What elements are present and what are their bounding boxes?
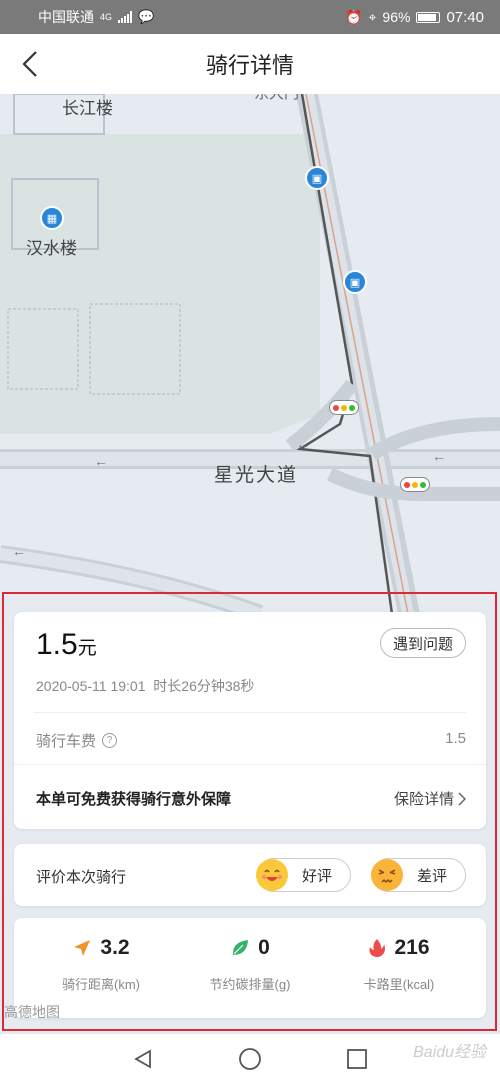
insurance-details-label: 保险详情 xyxy=(393,791,454,808)
signal-icon xyxy=(118,11,133,23)
ride-summary-card: 1.5元 遇到问题 2020-05-11 19:01 时长26分钟38秒 骑行车… xyxy=(14,612,486,829)
divider xyxy=(34,712,466,713)
divider xyxy=(14,764,486,765)
good-review-button[interactable]: 好评 xyxy=(256,858,351,892)
map-label-changjiang: 长江楼 xyxy=(62,99,113,118)
bus-stop-icon[interactable]: ▣ xyxy=(343,270,367,294)
price-amount: 1.5 xyxy=(36,628,78,661)
stat-distance-value: 3.2 xyxy=(100,936,130,959)
stat-carbon-label: 节约碳排量(g) xyxy=(209,977,291,992)
chevron-right-icon xyxy=(458,791,466,806)
svg-text:←: ← xyxy=(94,453,108,469)
stat-carbon-value: 0 xyxy=(258,936,270,959)
rating-card: 评价本次骑行 好评 差评 xyxy=(14,844,486,906)
insurance-details-link[interactable]: 保险详情 xyxy=(394,788,466,809)
stat-distance-label: 骑行距离(km) xyxy=(62,977,140,992)
carrier-label: 中国联通 xyxy=(38,9,94,25)
network-type: 4G xyxy=(100,12,113,22)
stat-carbon: 0 节约碳排量(g) xyxy=(175,936,325,993)
stat-calories-label: 卡路里(kcal) xyxy=(363,977,435,992)
stat-calories: 216 卡路里(kcal) xyxy=(324,936,474,993)
help-icon[interactable]: ? xyxy=(102,733,118,748)
home-circle-icon[interactable] xyxy=(238,1047,262,1071)
map-logo-label: 高德地图 xyxy=(4,1004,60,1020)
map-label-gate: 东大门 xyxy=(254,94,299,103)
recents-square-icon[interactable] xyxy=(346,1048,368,1070)
page-title: 骑行详情 xyxy=(205,53,294,78)
flame-icon xyxy=(369,939,386,957)
map-logo: 高德地图 xyxy=(4,1002,60,1022)
navigation-arrow-icon xyxy=(74,940,91,956)
battery-icon xyxy=(416,11,441,23)
stat-distance: 3.2 骑行距离(km) xyxy=(26,936,176,993)
insurance-text: 本单可免费获得骑行意外保障 xyxy=(36,791,232,808)
report-problem-button[interactable]: 遇到问题 xyxy=(379,628,466,658)
map-label-hanshui: 汉水楼 xyxy=(26,239,77,258)
traffic-light-icon xyxy=(329,400,359,415)
back-triangle-icon[interactable] xyxy=(132,1048,154,1070)
chevron-left-icon xyxy=(22,51,37,77)
fee-label: 骑行车费 xyxy=(36,733,97,750)
ride-datetime: 2020-05-11 19:01 xyxy=(36,678,146,694)
svg-text:←: ← xyxy=(432,448,446,464)
happy-face-icon xyxy=(256,859,288,891)
alarm-icon: ⏰ xyxy=(345,8,363,25)
price-unit: 元 xyxy=(77,638,97,659)
svg-text:←: ← xyxy=(296,436,310,452)
building-poi-icon[interactable]: ▦ xyxy=(40,206,64,230)
ride-stats-card: 3.2 骑行距离(km) 0 节约碳排量(g) 216 卡路里(kcal) xyxy=(14,918,486,1018)
bad-review-button[interactable]: 差评 xyxy=(371,858,466,892)
status-bar: 中国联通 4G 💬 ⏰ ⌖ 96% 07:40 xyxy=(0,0,500,34)
fee-row: 骑行车费 ? xyxy=(36,730,118,751)
map-label-road: 星光大道 xyxy=(214,465,299,486)
nav-bar: 骑行详情 xyxy=(0,34,500,94)
stat-calories-value: 216 xyxy=(394,936,430,959)
rating-label: 评价本次骑行 xyxy=(36,869,127,886)
good-review-label: 好评 xyxy=(302,867,333,885)
back-button[interactable] xyxy=(14,48,46,80)
svg-text:←: ← xyxy=(12,543,26,559)
message-icon: 💬 xyxy=(138,9,155,24)
ride-price: 1.5元 xyxy=(36,628,97,662)
battery-percent: 96% xyxy=(382,9,411,25)
ride-duration: 时长26分钟38秒 xyxy=(153,678,255,694)
watermark: Baidu经验 xyxy=(413,1044,486,1061)
fee-value: 1.5 xyxy=(445,730,466,747)
leaf-icon xyxy=(233,940,249,955)
angry-face-icon xyxy=(371,859,403,891)
traffic-light-icon xyxy=(400,477,430,492)
clock: 07:40 xyxy=(446,8,484,26)
ride-time: 2020-05-11 19:01 时长26分钟38秒 xyxy=(36,676,254,696)
location-icon: ⌖ xyxy=(368,8,377,25)
bus-stop-icon[interactable]: ▣ xyxy=(305,166,329,190)
bad-review-label: 差评 xyxy=(417,867,448,885)
